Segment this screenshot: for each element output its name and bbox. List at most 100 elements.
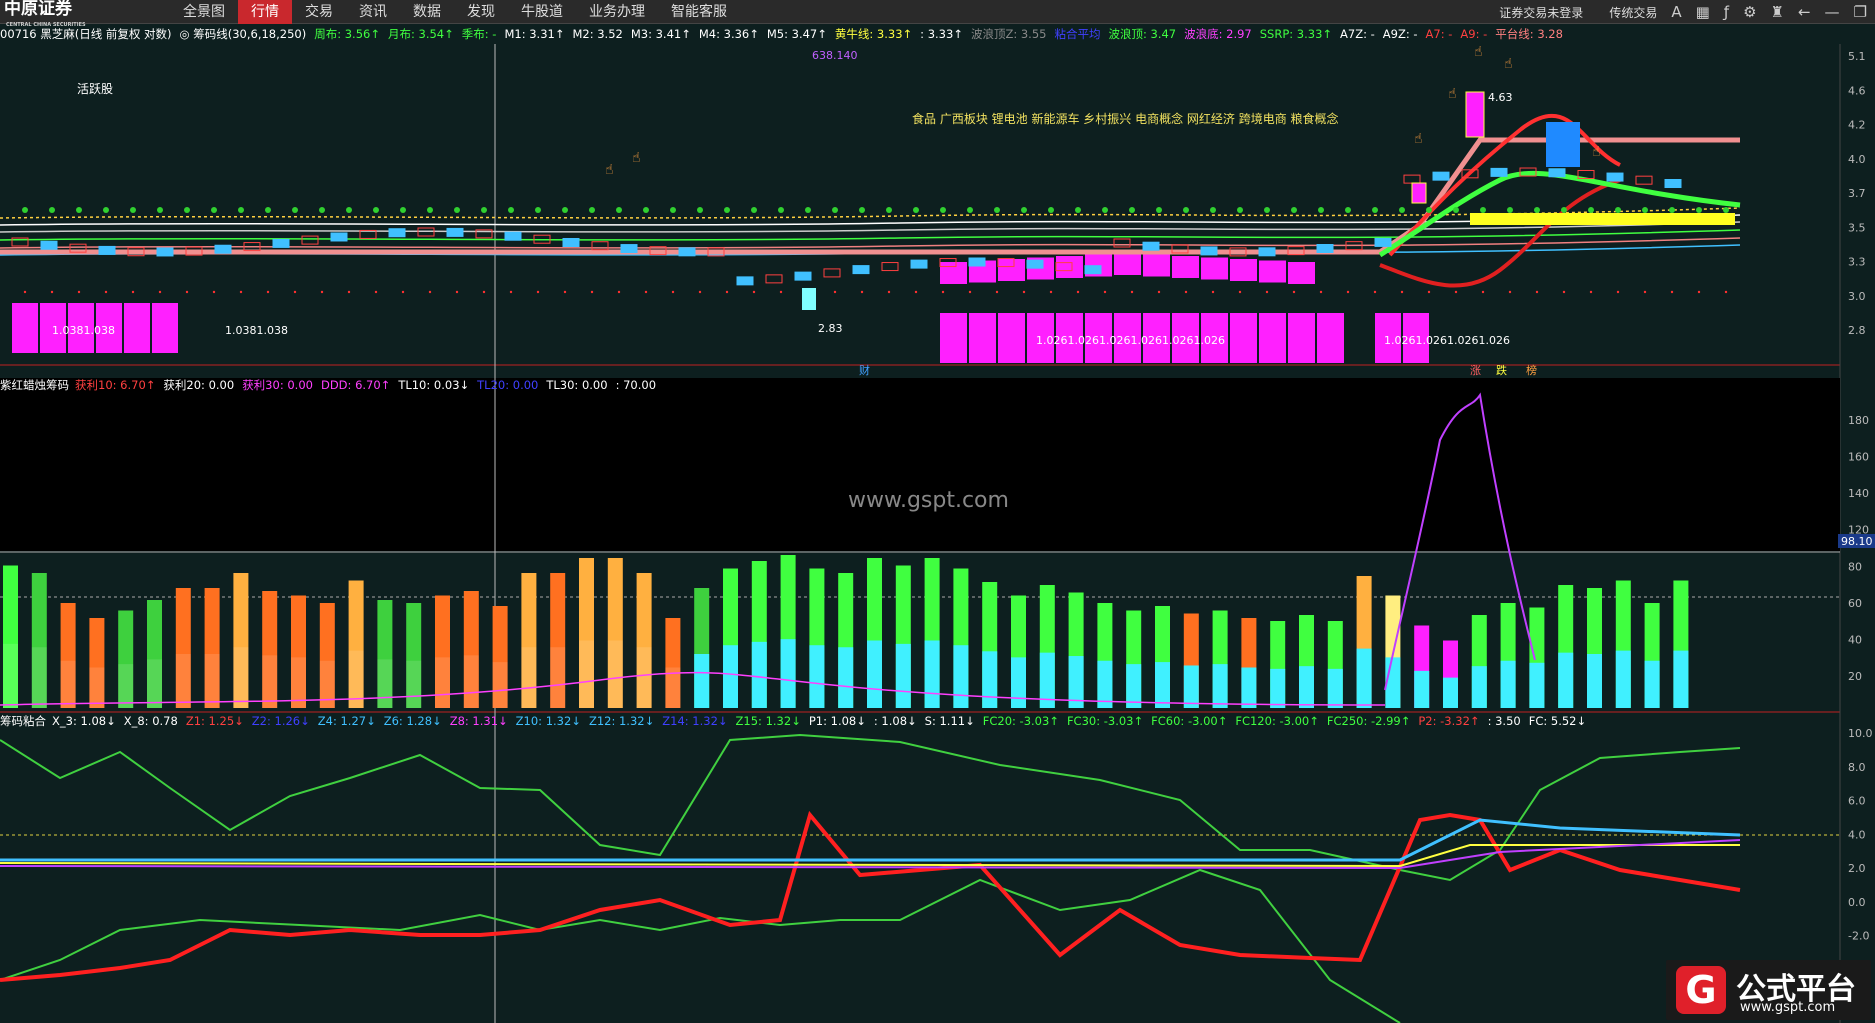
signal-dot xyxy=(158,290,162,294)
signal-dot xyxy=(1264,207,1270,213)
chip-bar xyxy=(463,655,479,708)
candle xyxy=(562,238,580,248)
signal-dot xyxy=(563,290,567,294)
signal-dot xyxy=(103,207,109,213)
chip-bar xyxy=(1644,660,1660,708)
candle xyxy=(678,247,696,257)
signal-dot xyxy=(940,207,946,213)
chip-bar xyxy=(1183,665,1199,708)
signal-dot xyxy=(1291,207,1297,213)
candle xyxy=(1084,265,1102,275)
signal-dot xyxy=(562,207,568,213)
signal-dot xyxy=(968,290,972,294)
panel3-value: FC20: -3.03↑ xyxy=(982,714,1059,728)
platform-line xyxy=(0,137,1740,255)
panel3-title: 筹码粘合 xyxy=(0,714,46,728)
signal-dot xyxy=(1400,290,1404,294)
chip-bar xyxy=(204,654,220,708)
panel2-value: TL20: 0.00 xyxy=(477,378,539,392)
signal-dot xyxy=(1642,207,1648,213)
panel2-value: 获利30: 0.00 xyxy=(242,378,313,392)
panel3-y-tick: 0.0 xyxy=(1848,896,1866,909)
panel2-value: 获利10: 6.70↑ xyxy=(75,378,156,392)
signal-dot xyxy=(1724,290,1728,294)
panel3-header: 筹码粘合 X_3: 1.08↓ X_8: 0.78 Z1: 1.25↓ Z2: 1.26… xyxy=(0,713,1850,730)
signal-dot xyxy=(1615,207,1621,213)
chip-bar xyxy=(780,639,796,708)
chip-bar xyxy=(694,654,710,708)
main_panel-y-tick: 3.5 xyxy=(1848,221,1866,234)
marker-die: 跌 xyxy=(1496,363,1507,377)
signal-dot xyxy=(401,290,405,294)
signal-dot xyxy=(157,207,163,213)
chip-bar xyxy=(867,640,882,708)
signal-dot xyxy=(1507,207,1513,213)
volume-block xyxy=(1317,313,1344,363)
signal-dot xyxy=(292,207,298,213)
candle xyxy=(40,240,58,250)
chip-bar xyxy=(550,647,566,708)
signal-dot xyxy=(644,290,648,294)
signal-dot xyxy=(536,290,540,294)
signal-dot xyxy=(724,207,730,213)
chip-bar xyxy=(1587,654,1602,708)
panel3-value: X_8: 0.78 xyxy=(123,714,178,728)
signal-dot xyxy=(184,207,190,213)
chip-bar xyxy=(233,647,249,708)
signal-dot xyxy=(1129,207,1135,213)
signal-dot xyxy=(886,207,892,213)
panel2-y-tick: 140 xyxy=(1848,487,1869,500)
signal-dot xyxy=(1426,207,1432,213)
candle xyxy=(1316,244,1334,254)
volume-block xyxy=(1230,313,1257,363)
signal-dot xyxy=(1238,290,1242,294)
signal-dot xyxy=(617,290,621,294)
volume-label: 1.0261.0261.0261.026 xyxy=(1384,334,1510,347)
candle xyxy=(823,268,841,278)
candle xyxy=(504,231,522,241)
signal-dot xyxy=(1561,207,1567,213)
chip-bar xyxy=(1327,668,1343,708)
panel3-value: Z14: 1.32↓ xyxy=(662,714,728,728)
concept-tags: 食品 广西板块 锂电池 新能源车 乡村振兴 电商概念 网红经济 跨境电商 粮食概… xyxy=(912,112,1339,126)
candle xyxy=(1113,238,1131,248)
chip-bar xyxy=(492,662,508,708)
panel3-value: : 1.08↓ xyxy=(873,714,917,728)
panel2-value: : 70.00 xyxy=(615,378,657,392)
signal-dot xyxy=(76,207,82,213)
volume-block xyxy=(1259,313,1286,363)
signal-dot xyxy=(347,290,351,294)
panel3-value: Z4: 1.27↓ xyxy=(317,714,376,728)
volume-label: 1.0381.038 xyxy=(225,324,288,337)
candle xyxy=(794,271,812,281)
signal-dot xyxy=(913,207,919,213)
signal-dot xyxy=(1210,207,1216,213)
candle xyxy=(156,247,174,257)
volume-block xyxy=(124,303,150,353)
signal-dot xyxy=(1022,290,1026,294)
chip-bar xyxy=(1558,652,1574,708)
signal-dot xyxy=(509,290,513,294)
signal-dot xyxy=(1534,207,1540,213)
signal-dot xyxy=(1481,290,1485,294)
candle xyxy=(98,245,116,255)
current-value-label: 98.10 xyxy=(1841,535,1873,548)
candle xyxy=(1664,178,1682,188)
main_panel-y-tick: 4.2 xyxy=(1848,119,1866,132)
chip-band xyxy=(1056,256,1083,278)
signal-dot xyxy=(697,207,703,213)
chip-bar xyxy=(895,643,911,708)
panel2-value: 获利20: 0.00 xyxy=(163,378,235,392)
signal-dot xyxy=(508,207,514,213)
signal-dot xyxy=(1480,207,1486,213)
chip-bar xyxy=(1615,650,1631,708)
marker-cai: 财 xyxy=(859,363,870,377)
signal-dot xyxy=(1103,290,1107,294)
signal-dot xyxy=(1454,290,1458,294)
candle xyxy=(591,241,609,251)
candle xyxy=(1546,122,1580,167)
signal-dot xyxy=(1237,207,1243,213)
panel3-value: Z12: 1.32↓ xyxy=(588,714,655,728)
panel3-value: FC: 5.52↓ xyxy=(1528,714,1587,728)
main_panel-y-tick: 2.8 xyxy=(1848,324,1866,337)
